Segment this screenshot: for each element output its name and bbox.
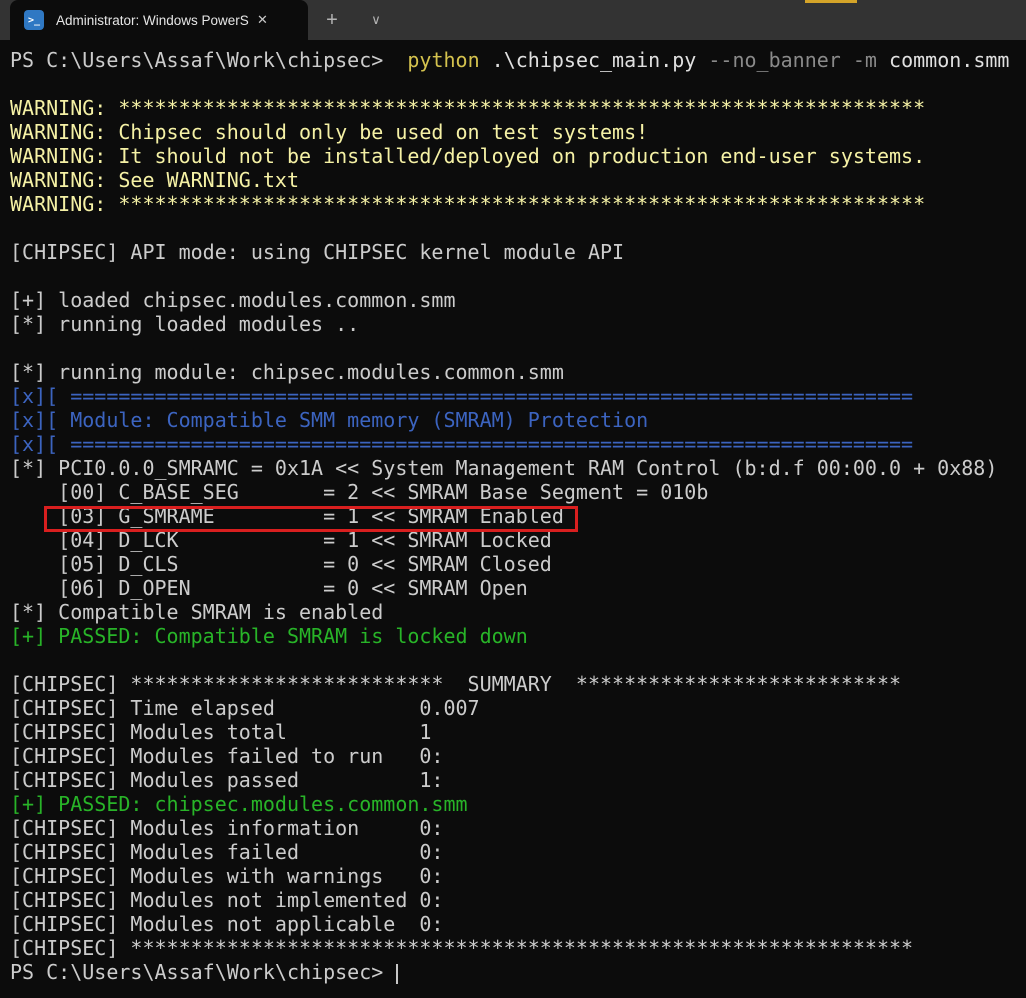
summary-header-line: [CHIPSEC] ************************** SUM… — [10, 672, 1026, 696]
module-header-rule: [x][ ===================================… — [10, 432, 1026, 456]
loaded-module-line: [+] loaded chipsec.modules.common.smm — [10, 288, 1026, 312]
register-field-line-highlighted: [03] G_SMRAME = 1 << SMRAM Enabled — [10, 504, 1026, 528]
tab-powershell[interactable]: >_ Administrator: Windows PowerS ✕ — [10, 0, 308, 40]
warning-line: WARNING: *******************************… — [10, 192, 1026, 216]
warning-line: WARNING: See WARNING.txt — [10, 168, 1026, 192]
summary-line: [CHIPSEC] Modules with warnings 0: — [10, 864, 1026, 888]
summary-line: [CHIPSEC] Modules information 0: — [10, 816, 1026, 840]
summary-line: [CHIPSEC] Modules not applicable 0: — [10, 912, 1026, 936]
register-field-line: [00] C_BASE_SEG = 2 << SMRAM Base Segmen… — [10, 480, 1026, 504]
register-field-line: [05] D_CLS = 0 << SMRAM Closed — [10, 552, 1026, 576]
running-modules-line: [*] running loaded modules .. — [10, 312, 1026, 336]
background-window-edge — [805, 0, 857, 3]
summary-line: [CHIPSEC] Time elapsed 0.007 — [10, 696, 1026, 720]
summary-line: [CHIPSEC] Modules not implemented 0: — [10, 888, 1026, 912]
passed-line: [+] PASSED: Compatible SMRAM is locked d… — [10, 624, 1026, 648]
chevron-down-icon: ∨ — [371, 12, 381, 28]
new-tab-button[interactable]: + — [314, 0, 350, 40]
blank-line — [10, 72, 1026, 96]
api-mode-line: [CHIPSEC] API mode: using CHIPSEC kernel… — [10, 240, 1026, 264]
command-line: PS C:\Users\Assaf\Work\chipsec> python .… — [10, 48, 1026, 72]
tab-title: Administrator: Windows PowerS — [56, 13, 251, 28]
smram-enabled-line: [*] Compatible SMRAM is enabled — [10, 600, 1026, 624]
module-header-title: [x][ Module: Compatible SMM memory (SMRA… — [10, 408, 1026, 432]
summary-footer-line: [CHIPSEC] ******************************… — [10, 936, 1026, 960]
smramc-register-line: [*] PCI0.0.0_SMRAMC = 0x1A << System Man… — [10, 456, 1026, 480]
warning-line: WARNING: It should not be installed/depl… — [10, 144, 1026, 168]
summary-line: [CHIPSEC] Modules total 1 — [10, 720, 1026, 744]
tab-bar: >_ Administrator: Windows PowerS ✕ + ∨ — [0, 0, 1026, 40]
summary-line: [CHIPSEC] Modules passed 1: — [10, 768, 1026, 792]
blank-line — [10, 648, 1026, 672]
text-cursor — [396, 964, 398, 984]
summary-line: [CHIPSEC] Modules failed to run 0: — [10, 744, 1026, 768]
passed-module-line: [+] PASSED: chipsec.modules.common.smm — [10, 792, 1026, 816]
summary-line: [CHIPSEC] Modules failed 0: — [10, 840, 1026, 864]
terminal-screen[interactable]: PS C:\Users\Assaf\Work\chipsec> python .… — [0, 40, 1026, 998]
tab-dropdown-button[interactable]: ∨ — [358, 0, 394, 40]
terminal-output: PS C:\Users\Assaf\Work\chipsec> python .… — [10, 48, 1026, 984]
prompt-line: PS C:\Users\Assaf\Work\chipsec> — [10, 960, 1026, 984]
running-module-line: [*] running module: chipsec.modules.comm… — [10, 360, 1026, 384]
warning-line: WARNING: *******************************… — [10, 96, 1026, 120]
blank-line — [10, 216, 1026, 240]
plus-icon: + — [326, 9, 338, 32]
module-header-rule: [x][ ===================================… — [10, 384, 1026, 408]
register-field-line: [04] D_LCK = 1 << SMRAM Locked — [10, 528, 1026, 552]
close-tab-icon[interactable]: ✕ — [257, 12, 268, 28]
blank-line — [10, 336, 1026, 360]
powershell-icon: >_ — [24, 10, 44, 30]
blank-line — [10, 264, 1026, 288]
warning-line: WARNING: Chipsec should only be used on … — [10, 120, 1026, 144]
register-field-line: [06] D_OPEN = 0 << SMRAM Open — [10, 576, 1026, 600]
